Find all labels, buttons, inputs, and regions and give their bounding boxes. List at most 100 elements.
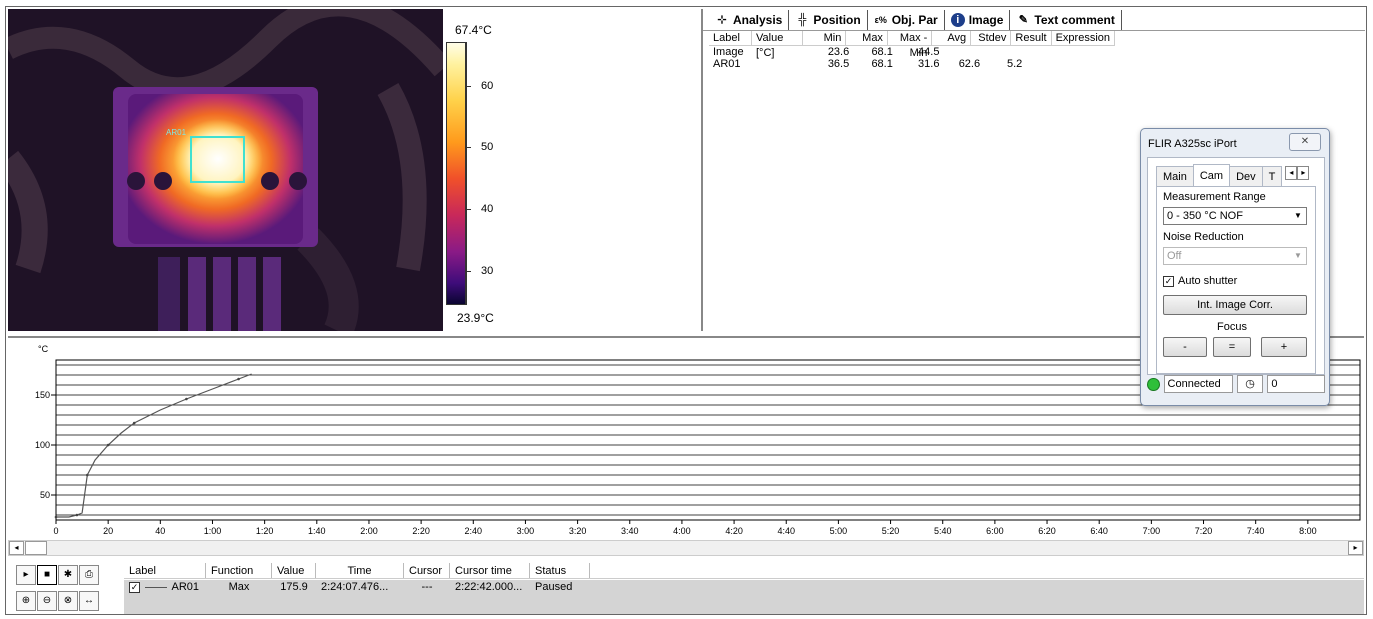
tab-scroll-left-icon[interactable]: ◂ (1285, 166, 1298, 180)
col-label[interactable]: Label (709, 31, 752, 45)
noise-reduction-select[interactable]: Off ▼ (1163, 247, 1307, 265)
dialog-status-bar: Connected ◷ 0 (1147, 373, 1325, 395)
cell-min: 23.6 (827, 46, 850, 58)
series-visible-checkbox[interactable]: ✓ (129, 581, 140, 593)
table-row[interactable]: AR01 36.5 68.1 31.6 62.6 5.2 (709, 58, 1115, 70)
close-icon[interactable]: ✕ (1289, 133, 1321, 151)
color-scale-bar[interactable] (446, 42, 466, 305)
measurement-range-label: Measurement Range (1163, 191, 1266, 203)
focus-equal-button[interactable]: = (1213, 337, 1251, 357)
col-value[interactable]: Value [°C] (752, 31, 804, 59)
focus-minus-button[interactable]: - (1163, 337, 1207, 357)
cell-expression (1065, 58, 1115, 70)
cell-stdev: 5.2 (1006, 58, 1023, 70)
x-tick-label: 2:40 (465, 526, 483, 536)
x-tick-label: 20 (103, 526, 113, 536)
tab-label: Position (813, 12, 861, 27)
col-min[interactable]: Min (803, 31, 847, 45)
legend-col-label[interactable]: Label (124, 563, 206, 578)
tab-label: Analysis (733, 12, 783, 27)
table-row[interactable]: Image 23.6 68.1 44.5 (709, 46, 1115, 58)
x-tick-label: 2:20 (412, 526, 430, 536)
measurement-range-select[interactable]: 0 - 350 °C NOF ▼ (1163, 207, 1307, 225)
dialog-title: FLIR A325sc iPort (1148, 138, 1237, 150)
series-point (85, 473, 89, 477)
cell-stdev (984, 46, 1026, 58)
x-tick-label: 5:00 (830, 526, 848, 536)
roi-label: AR01 (166, 128, 187, 137)
tab-text-comment[interactable]: ✎ Text comment (1010, 9, 1122, 30)
tab-scroll-right-icon[interactable]: ▸ (1297, 166, 1310, 180)
thermal-image[interactable]: AR01 (8, 9, 443, 331)
col-expression[interactable]: Expression (1052, 31, 1115, 45)
frame-counter: 0 (1267, 375, 1325, 393)
stop-button[interactable]: ■ (37, 565, 57, 585)
series-point (75, 513, 79, 517)
add-plot-icon[interactable]: ✱ (58, 565, 78, 585)
legend-col-cursor[interactable]: Cursor (404, 563, 450, 578)
col-stdev[interactable]: Stdev (971, 31, 1012, 45)
x-tick-label: 3:40 (621, 526, 639, 536)
col-result[interactable]: Result (1011, 31, 1052, 45)
legend-col-status[interactable]: Status (530, 563, 590, 578)
scroll-thumb[interactable] (25, 541, 47, 555)
scroll-left-button[interactable]: ◂ (9, 541, 24, 555)
focus-plus-button[interactable]: + (1261, 337, 1307, 357)
legend-col-value[interactable]: Value (272, 563, 316, 578)
tab-main[interactable]: Main (1156, 166, 1194, 186)
tab-object-parameters[interactable]: ε% Obj. Par (868, 9, 945, 30)
col-max-min[interactable]: Max - Min (888, 31, 933, 59)
cell-value (754, 46, 808, 58)
tab-t[interactable]: T (1261, 166, 1283, 186)
series-point (54, 515, 58, 519)
play-button[interactable]: ▸ (16, 565, 36, 585)
plot-properties-icon[interactable]: ⎙ (79, 565, 99, 585)
x-tick-label: 6:20 (1038, 526, 1056, 536)
connected-indicator-icon (1147, 377, 1160, 391)
x-tick-label: 7:20 (1195, 526, 1213, 536)
auto-shutter-checkbox[interactable]: ✓ (1163, 275, 1174, 287)
tab-dev[interactable]: Dev (1229, 166, 1263, 186)
auto-shutter-option[interactable]: ✓ Auto shutter (1163, 275, 1237, 287)
fit-horizontal-icon[interactable]: ↔ (79, 591, 99, 611)
legend-cell-cursor-time: 2:22:42.000... (455, 581, 523, 593)
cell-label: AR01 (713, 58, 741, 70)
legend-col-cursor-time[interactable]: Cursor time (450, 563, 530, 578)
x-tick-label: 4:00 (673, 526, 691, 536)
noise-reduction-value: Off (1167, 250, 1182, 262)
text-comment-icon: ✎ (1018, 13, 1029, 26)
analysis-icon: ⊹ (717, 13, 727, 26)
col-avg[interactable]: Avg (932, 31, 972, 45)
zoom-in-icon[interactable]: ⊕ (16, 591, 36, 611)
legend-row[interactable]: ✓ AR01 Max 175.9 2:24:07.476... --- 2:22… (124, 580, 1364, 614)
scale-tick-label: 50 (481, 141, 494, 153)
scroll-right-button[interactable]: ▸ (1348, 541, 1363, 555)
x-tick-label: 3:20 (569, 526, 587, 536)
tab-image[interactable]: i Image (945, 9, 1011, 30)
legend-cell-status: Paused (535, 581, 573, 593)
x-tick-label: 5:40 (934, 526, 952, 536)
x-tick-label: 7:00 (1143, 526, 1161, 536)
x-tick-label: 1:20 (256, 526, 274, 536)
tab-cam[interactable]: Cam (1192, 164, 1231, 186)
cell-max: 68.1 (871, 46, 893, 58)
tab-analysis[interactable]: ⊹ Analysis (709, 9, 790, 30)
scale-tick-label: 40 (481, 203, 494, 215)
cell-avg: 62.6 (958, 58, 981, 70)
cell-max-min: 44.5 (918, 46, 940, 58)
legend-col-function[interactable]: Function (206, 563, 272, 578)
series-point (185, 397, 188, 401)
col-max[interactable]: Max (846, 31, 888, 45)
chart-scrollbar[interactable]: ◂ ▸ (8, 540, 1364, 556)
zoom-out-icon[interactable]: ⊖ (37, 591, 57, 611)
legend-series-label: AR01 (171, 581, 200, 593)
zoom-reset-icon[interactable]: ⊗ (58, 591, 78, 611)
cell-expression (1065, 46, 1115, 58)
legend-col-time[interactable]: Time (316, 563, 404, 578)
chevron-down-icon: ▼ (1294, 211, 1302, 220)
noise-reduction-label: Noise Reduction (1163, 231, 1244, 243)
tab-position[interactable]: ╬ Position (789, 9, 868, 30)
object-parameters-icon: ε% (874, 14, 887, 25)
int-image-corr-button[interactable]: Int. Image Corr. (1163, 295, 1307, 315)
tab-label: Image (968, 12, 1004, 27)
